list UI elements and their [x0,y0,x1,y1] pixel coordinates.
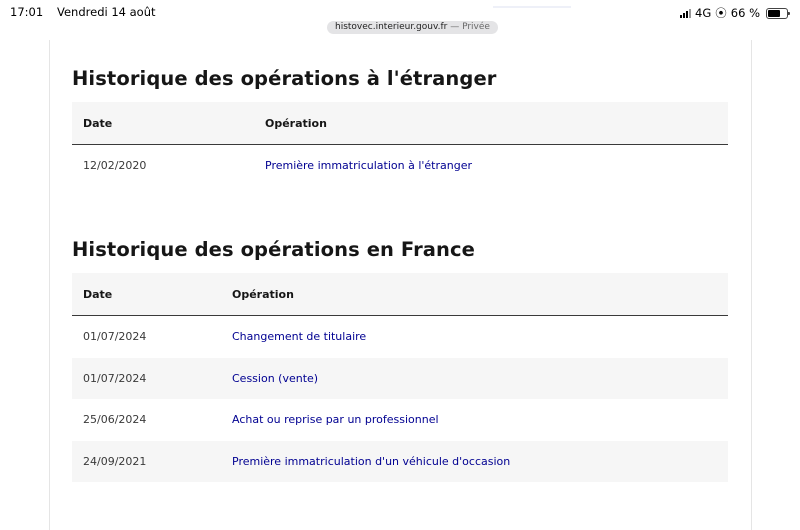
battery-percent: 66 % [730,6,760,20]
row-date: 01/07/2024 [83,330,147,344]
table-header-row: Date Opération [72,273,728,316]
row-date: 12/02/2020 [83,159,147,173]
row-operation: Première immatriculation à l'étranger [265,159,472,173]
url-domain: histovec.interieur.gouv.fr [335,22,448,32]
column-header-operation: Opération [231,273,728,316]
table-row: 12/02/2020 Première immatriculation à l'… [72,145,728,187]
cellular-signal-icon [680,8,692,18]
status-time: 17:01 [10,5,44,19]
orientation-lock-icon: ⦿ [715,6,727,20]
abroad-history-title: Historique des opérations à l'étranger [72,67,497,90]
table-header-row: Date Opération [72,102,728,145]
row-date: 25/06/2024 [83,413,147,427]
france-history-title: Historique des opérations en France [72,238,476,261]
row-date: 24/09/2021 [72,440,231,482]
battery-icon [766,7,790,19]
column-header-date: Date [72,102,264,145]
url-bar[interactable]: histovec.interieur.gouv.fr — Privée [327,21,498,34]
table-row: 25/06/2024 Achat ou reprise par un profe… [72,399,728,441]
france-history-table: Date Opération 01/07/2024 Changement de … [72,273,728,482]
table-row: 01/07/2024 Cession (vente) [72,357,728,399]
network-label: 4G [695,6,712,20]
row-date: 01/07/2024 [72,357,231,399]
column-header-operation: Opération [264,102,728,145]
table-row: 24/09/2021 Première immatriculation d'un… [72,440,728,482]
table-row: 01/07/2024 Changement de titulaire [72,316,728,358]
status-date: Vendredi 14 août [57,5,156,19]
row-operation: Cession (vente) [231,357,728,399]
column-header-date: Date [72,273,231,316]
private-mode-label: — Privée [450,22,490,32]
row-operation: Première immatriculation d'un véhicule d… [231,440,728,482]
row-operation: Achat ou reprise par un professionnel [232,413,439,427]
row-operation: Changement de titulaire [232,330,367,344]
status-indicators: 4G ⦿ 66 % [680,5,790,21]
abroad-history-table: Date Opération 12/02/2020 Première immat… [72,102,728,187]
